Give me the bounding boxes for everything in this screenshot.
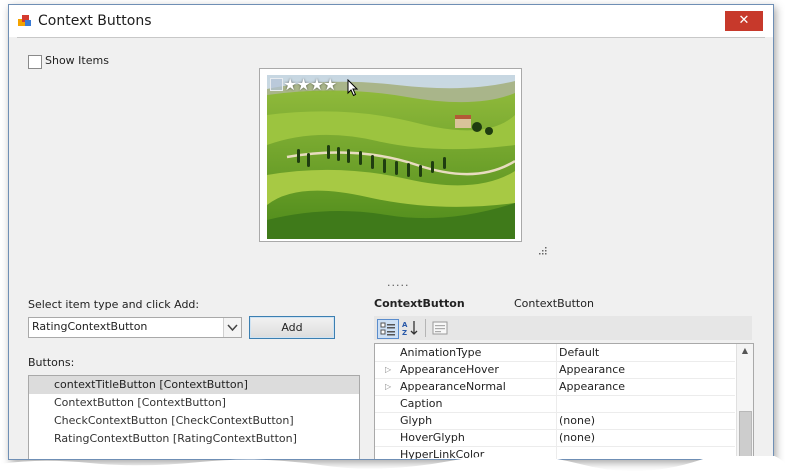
buttons-listbox[interactable]: contextTitleButton [ContextButton] Conte… <box>28 375 360 459</box>
preview-frame: ★★★★ <box>259 68 522 242</box>
svg-text:Z: Z <box>402 329 407 337</box>
property-name: AppearanceHover <box>400 363 499 376</box>
chevron-down-icon[interactable] <box>223 318 241 337</box>
expand-triangle-icon[interactable]: ▷ <box>385 361 395 378</box>
resize-grip-icon[interactable] <box>539 245 547 255</box>
item-type-combobox[interactable]: RatingContextButton <box>28 317 242 338</box>
landscape-photo: ★★★★ <box>267 75 515 239</box>
column-divider <box>556 412 557 429</box>
property-value[interactable]: Appearance <box>559 361 625 378</box>
property-value[interactable]: (none) <box>559 412 595 429</box>
column-divider <box>556 344 557 361</box>
property-row[interactable]: HoverGlyph (none) <box>375 429 735 447</box>
property-value[interactable]: Appearance <box>559 378 625 395</box>
splitter-handle[interactable]: ..... <box>387 276 409 289</box>
toolbar-separator <box>425 319 426 337</box>
categorized-view-icon[interactable] <box>377 319 399 339</box>
show-items-label: Show Items <box>45 54 109 67</box>
property-value[interactable]: Default <box>559 344 599 361</box>
property-name: AnimationType <box>400 346 482 359</box>
column-divider <box>556 429 557 446</box>
property-value[interactable]: (none) <box>559 429 595 446</box>
list-item[interactable]: CheckContextButton [CheckContextButton] <box>29 412 359 430</box>
buttons-list-label: Buttons: <box>28 356 75 369</box>
svg-text:A: A <box>402 321 408 329</box>
torn-edge-decoration <box>0 456 785 476</box>
close-button[interactable]: ✕ <box>725 11 763 31</box>
rating-context-button[interactable]: ★★★★ <box>283 75 337 94</box>
window-title: Context Buttons <box>38 13 152 29</box>
scroll-up-arrow-icon[interactable]: ▲ <box>737 346 753 355</box>
property-row[interactable]: Caption <box>375 395 735 413</box>
property-object-type: ContextButton <box>514 297 594 310</box>
property-row[interactable]: ▷ AppearanceHover Appearance <box>375 361 735 379</box>
add-button[interactable]: Add <box>249 316 335 339</box>
property-name: HoverGlyph <box>400 431 465 444</box>
alphabetical-sort-icon[interactable]: A Z <box>400 319 420 337</box>
list-item[interactable]: contextTitleButton [ContextButton] <box>29 376 359 394</box>
title-bar[interactable]: Context Buttons ✕ <box>9 5 773 37</box>
property-object-name: ContextButton <box>374 297 465 310</box>
expand-triangle-icon[interactable]: ▷ <box>385 378 395 395</box>
property-row[interactable]: AnimationType Default <box>375 344 735 362</box>
list-item[interactable]: RatingContextButton [RatingContextButton… <box>29 430 359 448</box>
mouse-cursor-icon <box>347 78 359 100</box>
column-divider <box>556 378 557 395</box>
property-row[interactable]: ▷ AppearanceNormal Appearance <box>375 378 735 396</box>
client-area: Show Items ★★★★ ..... Select item type a… <box>17 37 765 459</box>
column-divider <box>556 395 557 412</box>
context-buttons-window: Context Buttons ✕ Show Items ★★★★ ..... … <box>8 4 774 460</box>
property-pages-icon[interactable] <box>430 319 450 337</box>
property-grid-scrollbar[interactable]: ▲ <box>736 344 753 459</box>
app-icon <box>18 14 32 28</box>
add-section-label: Select item type and click Add: <box>28 298 200 311</box>
property-name: AppearanceNormal <box>400 380 506 393</box>
scrollbar-thumb[interactable] <box>739 411 752 457</box>
show-items-checkbox[interactable] <box>28 55 42 69</box>
item-type-value: RatingContextButton <box>32 320 148 333</box>
context-check-button[interactable] <box>270 78 283 91</box>
property-name: Glyph <box>400 414 433 427</box>
list-item[interactable]: ContextButton [ContextButton] <box>29 394 359 412</box>
property-row[interactable]: Glyph (none) <box>375 412 735 430</box>
property-name: Caption <box>400 397 443 410</box>
property-grid[interactable]: AnimationType Default ▷ AppearanceHover … <box>374 343 754 459</box>
column-divider <box>556 361 557 378</box>
property-grid-toolbar: A Z <box>374 316 752 340</box>
